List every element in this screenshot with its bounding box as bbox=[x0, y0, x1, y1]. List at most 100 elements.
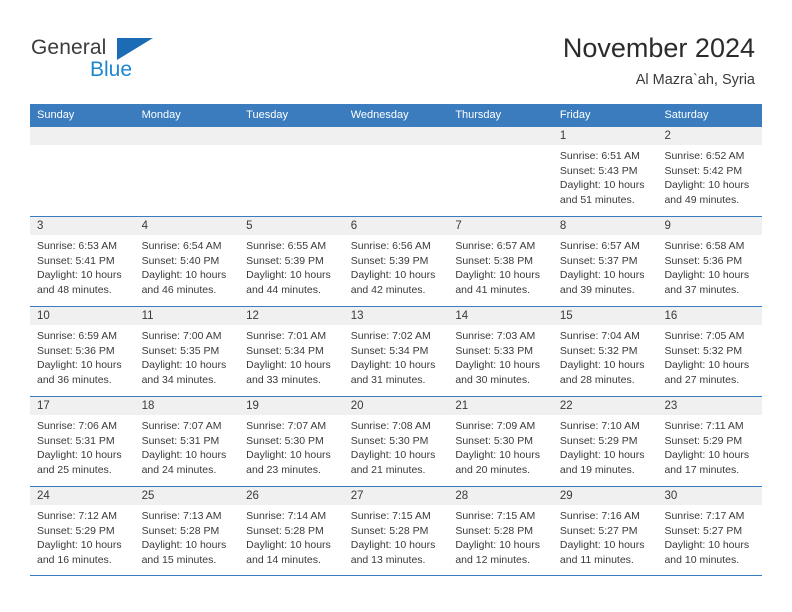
day-number: 8 bbox=[552, 217, 658, 235]
day-number: 15 bbox=[552, 307, 658, 325]
day-details: Sunrise: 6:57 AM Sunset: 5:38 PM Daylight:… bbox=[448, 235, 553, 297]
calendar-weeks: 1 Sunrise: 6:51 AM Sunset: 5:43 PM Daylight… bbox=[30, 126, 763, 576]
sunrise-text: Sunrise: 6:52 AM bbox=[664, 150, 745, 162]
day-number: 11 bbox=[134, 307, 240, 325]
day-cell-23[interactable]: 23 Sunrise: 7:11 AM Sunset: 5:29 PM Dayligh… bbox=[657, 397, 763, 486]
daylight-text: Daylight: 10 hours and 14 minutes. bbox=[246, 539, 331, 566]
day-number: 12 bbox=[239, 307, 344, 325]
sunset-text: Sunset: 5:39 PM bbox=[246, 254, 324, 267]
sunrise-text: Sunrise: 7:10 AM bbox=[559, 420, 640, 432]
daylight-text: Daylight: 10 hours and 24 minutes. bbox=[141, 449, 227, 476]
sunset-text: Sunset: 5:33 PM bbox=[455, 344, 533, 357]
daylight-text: Daylight: 10 hours and 17 minutes. bbox=[664, 449, 750, 476]
day-number: 26 bbox=[239, 487, 344, 505]
sunrise-text: Sunrise: 6:55 AM bbox=[246, 240, 327, 252]
day-cell-28[interactable]: 28 Sunrise: 7:15 AM Sunset: 5:28 PM Dayligh… bbox=[448, 487, 553, 575]
day-cell-24[interactable]: 24 Sunrise: 7:12 AM Sunset: 5:29 PM Dayligh… bbox=[30, 487, 135, 575]
day-cell-10[interactable]: 10 Sunrise: 6:59 AM Sunset: 5:36 PM Dayligh… bbox=[30, 307, 135, 396]
sunset-text: Sunset: 5:35 PM bbox=[141, 344, 220, 357]
day-cell-26[interactable]: 26 Sunrise: 7:14 AM Sunset: 5:28 PM Dayligh… bbox=[239, 487, 344, 575]
weekday-header-tuesday: Tuesday bbox=[246, 109, 288, 121]
sunrise-text: Sunrise: 6:51 AM bbox=[559, 150, 640, 162]
day-cell-2[interactable]: 2 Sunrise: 6:52 AM Sunset: 5:42 PM Daylight… bbox=[657, 127, 763, 216]
day-cell-9[interactable]: 9 Sunrise: 6:58 AM Sunset: 5:36 PM Daylight… bbox=[657, 217, 763, 306]
sunrise-text: Sunrise: 7:15 AM bbox=[350, 510, 431, 522]
day-details: Sunrise: 6:55 AM Sunset: 5:39 PM Daylight:… bbox=[239, 235, 344, 297]
daylight-text: Daylight: 10 hours and 21 minutes. bbox=[350, 449, 436, 476]
day-number: 28 bbox=[448, 487, 553, 505]
sunrise-text: Sunrise: 7:05 AM bbox=[664, 330, 745, 342]
sunrise-text: Sunrise: 7:17 AM bbox=[664, 510, 745, 522]
day-cell-7[interactable]: 7 Sunrise: 6:57 AM Sunset: 5:38 PM Daylight… bbox=[448, 217, 553, 306]
day-cell-3[interactable]: 3 Sunrise: 6:53 AM Sunset: 5:41 PM Daylight… bbox=[30, 217, 135, 306]
day-number: 2 bbox=[657, 127, 763, 145]
day-details: Sunrise: 6:51 AM Sunset: 5:43 PM Daylight:… bbox=[553, 145, 658, 207]
sunset-text: Sunset: 5:38 PM bbox=[455, 254, 533, 267]
day-cell-21[interactable]: 21 Sunrise: 7:09 AM Sunset: 5:30 PM Dayligh… bbox=[448, 397, 553, 486]
day-details: Sunrise: 7:13 AM Sunset: 5:28 PM Daylight:… bbox=[135, 505, 240, 567]
sunrise-text: Sunrise: 6:57 AM bbox=[455, 240, 536, 252]
sunrise-text: Sunrise: 6:58 AM bbox=[664, 240, 745, 252]
day-number: 27 bbox=[343, 487, 449, 505]
day-details: Sunrise: 7:05 AM Sunset: 5:32 PM Daylight:… bbox=[657, 325, 762, 387]
daylight-text: Daylight: 10 hours and 49 minutes. bbox=[664, 179, 750, 206]
daylight-text: Daylight: 10 hours and 48 minutes. bbox=[37, 269, 122, 296]
day-cell-12[interactable]: 12 Sunrise: 7:01 AM Sunset: 5:34 PM Dayligh… bbox=[239, 307, 344, 396]
sunrise-text: Sunrise: 7:16 AM bbox=[559, 510, 640, 522]
calendar-grid: Sunday Monday Tuesday Wednesday Thursday Frid… bbox=[30, 104, 763, 576]
sunrise-text: Sunrise: 7:11 AM bbox=[664, 420, 744, 432]
day-details: Sunrise: 7:06 AM Sunset: 5:31 PM Daylight:… bbox=[30, 415, 135, 477]
day-cell-6[interactable]: 6 Sunrise: 6:56 AM Sunset: 5:39 PM Daylight… bbox=[343, 217, 449, 306]
weekday-header-wednesday: Wednesday bbox=[350, 109, 409, 121]
day-number: 29 bbox=[552, 487, 658, 505]
day-cell-18[interactable]: 18 Sunrise: 7:07 AM Sunset: 5:31 PM Dayligh… bbox=[134, 397, 240, 486]
day-cell-22[interactable]: 22 Sunrise: 7:10 AM Sunset: 5:29 PM Dayligh… bbox=[552, 397, 658, 486]
day-cell-30[interactable]: 30 Sunrise: 7:17 AM Sunset: 5:27 PM Dayligh… bbox=[657, 487, 763, 575]
sunset-text: Sunset: 5:28 PM bbox=[246, 524, 324, 537]
daylight-text: Daylight: 10 hours and 10 minutes. bbox=[664, 539, 750, 566]
day-cell-25[interactable]: 25 Sunrise: 7:13 AM Sunset: 5:28 PM Dayligh… bbox=[134, 487, 240, 575]
day-cell-empty bbox=[134, 127, 240, 216]
day-cell-29[interactable]: 29 Sunrise: 7:16 AM Sunset: 5:27 PM Dayligh… bbox=[552, 487, 658, 575]
daylight-text: Daylight: 10 hours and 39 minutes. bbox=[559, 269, 645, 296]
sunset-text: Sunset: 5:30 PM bbox=[246, 434, 324, 447]
daylight-text: Daylight: 10 hours and 23 minutes. bbox=[246, 449, 331, 476]
day-cell-5[interactable]: 5 Sunrise: 6:55 AM Sunset: 5:39 PM Daylight… bbox=[239, 217, 344, 306]
day-cell-8[interactable]: 8 Sunrise: 6:57 AM Sunset: 5:37 PM Daylight… bbox=[552, 217, 658, 306]
sunset-text: Sunset: 5:29 PM bbox=[559, 434, 638, 447]
sunrise-text: Sunrise: 7:07 AM bbox=[141, 420, 222, 432]
sunrise-text: Sunrise: 6:57 AM bbox=[559, 240, 640, 252]
sunset-text: Sunset: 5:29 PM bbox=[37, 524, 115, 537]
day-number: 30 bbox=[657, 487, 763, 505]
daylight-text: Daylight: 10 hours and 51 minutes. bbox=[559, 179, 645, 206]
sunset-text: Sunset: 5:36 PM bbox=[37, 344, 115, 357]
day-cell-20[interactable]: 20 Sunrise: 7:08 AM Sunset: 5:30 PM Dayligh… bbox=[343, 397, 449, 486]
daylight-text: Daylight: 10 hours and 20 minutes. bbox=[455, 449, 540, 476]
sunrise-text: Sunrise: 6:56 AM bbox=[350, 240, 431, 252]
day-cell-1[interactable]: 1 Sunrise: 6:51 AM Sunset: 5:43 PM Daylight… bbox=[552, 127, 658, 216]
day-cell-27[interactable]: 27 Sunrise: 7:15 AM Sunset: 5:28 PM Dayligh… bbox=[343, 487, 449, 575]
day-cell-4[interactable]: 4 Sunrise: 6:54 AM Sunset: 5:40 PM Daylight… bbox=[134, 217, 240, 306]
day-number bbox=[30, 127, 135, 145]
day-cell-11[interactable]: 11 Sunrise: 7:00 AM Sunset: 5:35 PM Dayligh… bbox=[134, 307, 240, 396]
day-number: 16 bbox=[657, 307, 763, 325]
day-cell-15[interactable]: 15 Sunrise: 7:04 AM Sunset: 5:32 PM Dayligh… bbox=[552, 307, 658, 396]
calendar-week-row: 24 Sunrise: 7:12 AM Sunset: 5:29 PM Dayligh… bbox=[30, 486, 763, 576]
day-cell-17[interactable]: 17 Sunrise: 7:06 AM Sunset: 5:31 PM Dayligh… bbox=[30, 397, 135, 486]
sunset-text: Sunset: 5:30 PM bbox=[350, 434, 429, 447]
day-number: 19 bbox=[239, 397, 344, 415]
sunset-text: Sunset: 5:27 PM bbox=[559, 524, 638, 537]
daylight-text: Daylight: 10 hours and 41 minutes. bbox=[455, 269, 540, 296]
day-details: Sunrise: 7:15 AM Sunset: 5:28 PM Daylight:… bbox=[448, 505, 553, 567]
day-cell-14[interactable]: 14 Sunrise: 7:03 AM Sunset: 5:33 PM Dayligh… bbox=[448, 307, 553, 396]
sunrise-text: Sunrise: 6:53 AM bbox=[37, 240, 117, 252]
brand-logo[interactable]: General Blue bbox=[31, 36, 261, 88]
sunrise-text: Sunrise: 6:54 AM bbox=[141, 240, 222, 252]
day-cell-19[interactable]: 19 Sunrise: 7:07 AM Sunset: 5:30 PM Dayligh… bbox=[239, 397, 344, 486]
day-number bbox=[239, 127, 344, 145]
day-cell-16[interactable]: 16 Sunrise: 7:05 AM Sunset: 5:32 PM Dayligh… bbox=[657, 307, 763, 396]
day-details: Sunrise: 7:11 AM Sunset: 5:29 PM Daylight:… bbox=[657, 415, 762, 477]
sunrise-text: Sunrise: 7:07 AM bbox=[246, 420, 327, 432]
day-number: 6 bbox=[343, 217, 449, 235]
day-cell-13[interactable]: 13 Sunrise: 7:02 AM Sunset: 5:34 PM Dayligh… bbox=[343, 307, 449, 396]
